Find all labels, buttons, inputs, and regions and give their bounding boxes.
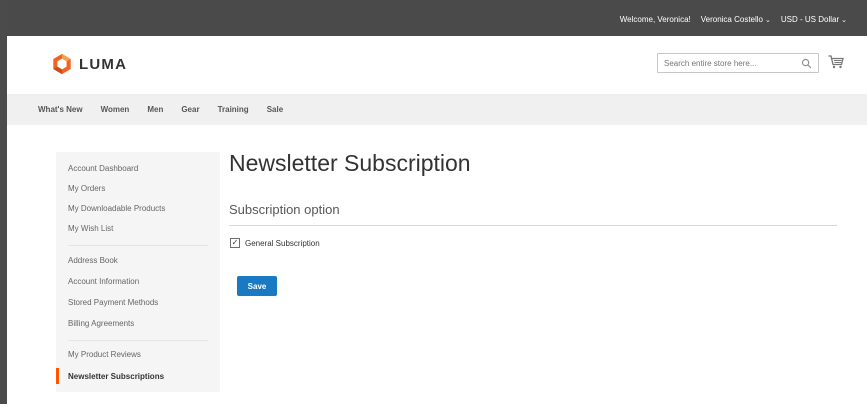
main-nav: What's New Women Men Gear Training Sale bbox=[7, 94, 867, 125]
welcome-message: Welcome, Veronica! bbox=[619, 15, 691, 24]
search-input[interactable]: Search entire store here... bbox=[657, 53, 819, 73]
nav-item-training[interactable]: Training bbox=[218, 105, 249, 114]
sidebar-item-address-book[interactable]: Address Book bbox=[68, 256, 118, 265]
sidebar-item-account-dashboard[interactable]: Account Dashboard bbox=[68, 164, 138, 173]
luma-logo-icon bbox=[53, 53, 71, 75]
search-placeholder: Search entire store here... bbox=[664, 59, 757, 68]
nav-item-gear[interactable]: Gear bbox=[181, 105, 199, 114]
account-menu[interactable]: Veronica Costello ⌄ bbox=[701, 15, 771, 24]
sidebar-item-newsletter-subscriptions[interactable]: Newsletter Subscriptions bbox=[68, 372, 164, 381]
logo-text: LUMA bbox=[79, 55, 128, 73]
currency-switcher[interactable]: USD - US Dollar ⌄ bbox=[781, 15, 847, 24]
nav-item-men[interactable]: Men bbox=[147, 105, 163, 114]
nav-item-women[interactable]: Women bbox=[101, 105, 130, 114]
chevron-down-icon: ⌄ bbox=[765, 17, 771, 24]
logo[interactable]: LUMA bbox=[51, 53, 127, 75]
general-subscription-checkbox[interactable]: ✓ bbox=[230, 238, 240, 248]
nav-item-whats-new[interactable]: What's New bbox=[38, 105, 83, 114]
header: LUMA Search entire store here... bbox=[7, 36, 867, 94]
page: Welcome, Veronica! Veronica Costello ⌄ US… bbox=[7, 0, 867, 404]
cart-icon[interactable] bbox=[828, 55, 844, 69]
chevron-down-icon: ⌄ bbox=[841, 17, 847, 24]
checkmark-icon: ✓ bbox=[231, 238, 239, 247]
save-button[interactable]: Save bbox=[237, 276, 277, 296]
search-icon[interactable] bbox=[801, 58, 812, 69]
sidebar-item-my-product-reviews[interactable]: My Product Reviews bbox=[68, 350, 141, 359]
top-links: Welcome, Veronica! Veronica Costello ⌄ US… bbox=[620, 15, 847, 24]
sidebar-item-stored-payment-methods[interactable]: Stored Payment Methods bbox=[68, 298, 158, 307]
sidebar-divider bbox=[68, 340, 208, 341]
account-name: Veronica Costello bbox=[700, 15, 764, 24]
currency-label: USD - US Dollar bbox=[780, 15, 840, 24]
section-divider bbox=[229, 225, 837, 226]
account-sidebar: Account Dashboard My Orders My Downloada… bbox=[56, 152, 220, 392]
sidebar-divider bbox=[68, 245, 208, 246]
subscription-option[interactable]: ✓ General Subscription bbox=[230, 238, 320, 248]
general-subscription-label[interactable]: General Subscription bbox=[245, 239, 320, 248]
section-title: Subscription option bbox=[229, 202, 340, 217]
sidebar-item-my-orders[interactable]: My Orders bbox=[68, 184, 105, 193]
sidebar-item-account-information[interactable]: Account Information bbox=[68, 277, 139, 286]
sidebar-item-billing-agreements[interactable]: Billing Agreements bbox=[68, 319, 134, 328]
page-title: Newsletter Subscription bbox=[229, 150, 471, 176]
nav-item-sale[interactable]: Sale bbox=[267, 105, 283, 114]
sidebar-item-my-wish-list[interactable]: My Wish List bbox=[68, 224, 113, 233]
top-bar: Welcome, Veronica! Veronica Costello ⌄ US… bbox=[7, 0, 867, 36]
sidebar-item-my-downloadable-products[interactable]: My Downloadable Products bbox=[68, 204, 165, 213]
active-indicator bbox=[56, 368, 59, 384]
